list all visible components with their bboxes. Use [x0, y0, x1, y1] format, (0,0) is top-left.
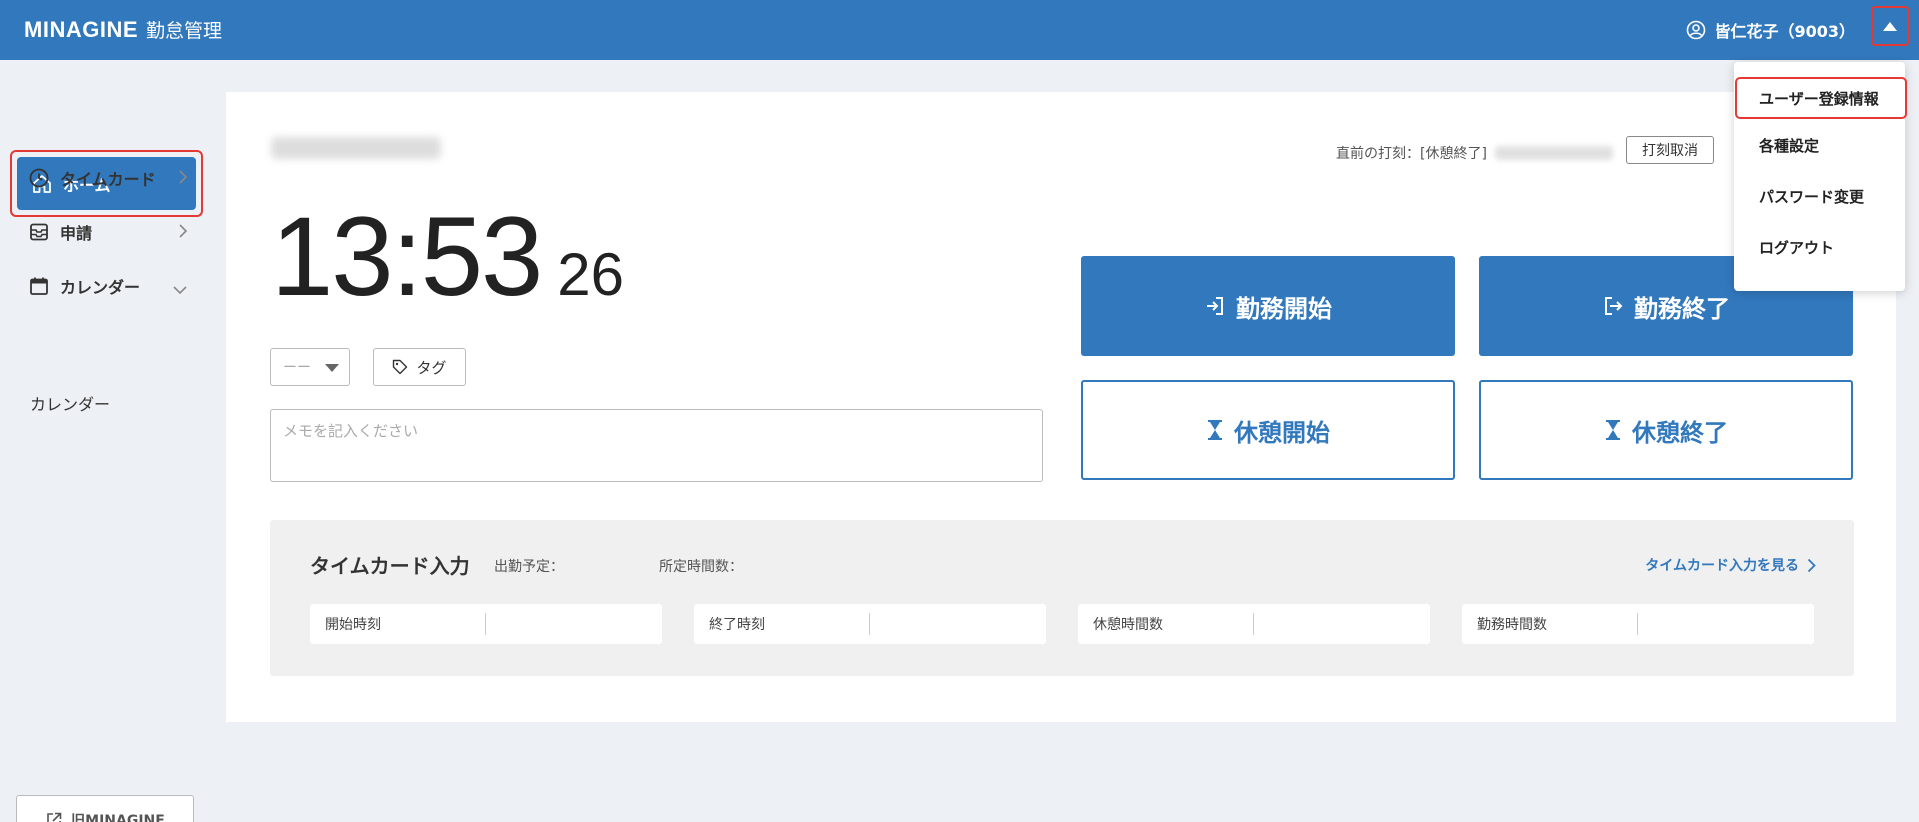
- old-minagine-button[interactable]: 旧MINAGINE: [16, 795, 194, 822]
- tag-label: タグ: [416, 358, 447, 377]
- main-panel: 直前の打刻：[休憩終了] 打刻取消 13:53 26 ーー タグ 勤務開始 勤務…: [226, 92, 1896, 722]
- old-minagine-label: 旧MINAGINE: [71, 813, 165, 822]
- scheduled-label: 出勤予定：: [494, 559, 564, 575]
- brand-logo: MINAGINE: [24, 17, 138, 42]
- start-time-field[interactable]: 開始時刻: [310, 604, 662, 644]
- hourglass-icon: [1208, 420, 1222, 440]
- end-work-label: 勤務終了: [1634, 294, 1730, 323]
- tag-icon: [393, 359, 408, 375]
- sidebar: ホーム タイムカード 申請 カレンダー カレンダー 旧MINAGINE: [0, 60, 210, 822]
- start-break-label: 休憩開始: [1234, 418, 1330, 447]
- brand-subtitle: 勤怠管理: [146, 20, 223, 42]
- clock-hours-minutes: 13:53: [271, 194, 543, 319]
- chevron-down-icon: [172, 280, 188, 299]
- end-time-field[interactable]: 終了時刻: [694, 604, 1046, 644]
- view-timecard-link[interactable]: タイムカード入力を見る: [1645, 555, 1816, 575]
- last-punch-time-blurred: [1494, 146, 1613, 160]
- sign-in-icon: [1207, 297, 1223, 315]
- user-name: 皆仁花子（9003）: [1714, 22, 1855, 41]
- menu-item-change-password[interactable]: パスワード変更: [1734, 174, 1905, 218]
- tag-button[interactable]: タグ: [373, 348, 466, 386]
- hourglass-icon: [1606, 420, 1620, 440]
- scheduled-hours-label: 所定時間数：: [659, 559, 743, 575]
- start-break-button[interactable]: 休憩開始: [1081, 380, 1455, 480]
- user-name-display[interactable]: 皆仁花子（9003）: [1686, 18, 1855, 42]
- menu-item-logout[interactable]: ログアウト: [1734, 225, 1905, 269]
- clock-icon: [28, 167, 50, 189]
- user-menu-toggle-button[interactable]: [1871, 6, 1909, 46]
- sidebar-item-timecard[interactable]: タイムカード: [28, 163, 188, 193]
- sidebar-subitem-calendar[interactable]: カレンダー: [30, 391, 110, 415]
- last-punch-label: 直前の打刻：[休憩終了]: [1336, 146, 1487, 162]
- end-break-label: 休憩終了: [1632, 418, 1728, 447]
- sidebar-item-label: 申請: [60, 224, 93, 243]
- date-display-blurred: [271, 137, 441, 159]
- user-icon: [1687, 20, 1706, 40]
- caret-up-icon: [1883, 21, 1897, 31]
- sidebar-item-calendar[interactable]: カレンダー: [28, 271, 188, 301]
- status-select[interactable]: ーー: [270, 348, 350, 386]
- external-link-icon: [47, 812, 62, 822]
- sidebar-item-request[interactable]: 申請: [28, 217, 188, 247]
- status-select-value: ーー: [283, 360, 311, 376]
- top-header: MINAGINE 勤怠管理 皆仁花子（9003）: [0, 0, 1919, 60]
- menu-item-user-registration[interactable]: ユーザー登録情報: [1735, 77, 1907, 119]
- field-label: 休憩時間数: [1078, 613, 1254, 635]
- clock-seconds: 26: [557, 241, 625, 308]
- sidebar-item-label: カレンダー: [60, 278, 141, 297]
- memo-input[interactable]: [270, 409, 1043, 482]
- sidebar-item-label: タイムカード: [60, 170, 156, 189]
- last-punch-info: 直前の打刻：[休憩終了]: [1336, 143, 1613, 163]
- clock-display: 13:53 26: [271, 192, 624, 321]
- field-label: 勤務時間数: [1462, 613, 1638, 635]
- start-work-button[interactable]: 勤務開始: [1081, 256, 1455, 356]
- end-break-button[interactable]: 休憩終了: [1479, 380, 1853, 480]
- sign-out-icon: [1605, 297, 1623, 315]
- inbox-icon: [28, 221, 50, 243]
- timecard-input-title: タイムカード入力: [310, 554, 470, 578]
- cancel-punch-button[interactable]: 打刻取消: [1626, 136, 1714, 164]
- chevron-right-icon: [178, 223, 188, 243]
- timecard-input-section: タイムカード入力 出勤予定： 所定時間数： タイムカード入力を見る 開始時刻 終…: [270, 520, 1854, 676]
- field-label: 開始時刻: [310, 613, 486, 635]
- break-hours-field[interactable]: 休憩時間数: [1078, 604, 1430, 644]
- chevron-right-icon: [178, 169, 188, 189]
- calendar-icon: [28, 275, 50, 297]
- view-timecard-label: タイムカード入力を見る: [1645, 558, 1799, 574]
- user-dropdown-menu: ユーザー登録情報 各種設定 パスワード変更 ログアウト: [1734, 62, 1907, 291]
- chevron-right-icon: [1807, 558, 1816, 572]
- caret-down-icon: [325, 364, 339, 372]
- brand[interactable]: MINAGINE 勤怠管理: [24, 16, 222, 43]
- start-work-label: 勤務開始: [1236, 294, 1332, 323]
- menu-item-settings[interactable]: 各種設定: [1734, 123, 1905, 167]
- work-hours-field[interactable]: 勤務時間数: [1462, 604, 1814, 644]
- field-label: 終了時刻: [694, 613, 870, 635]
